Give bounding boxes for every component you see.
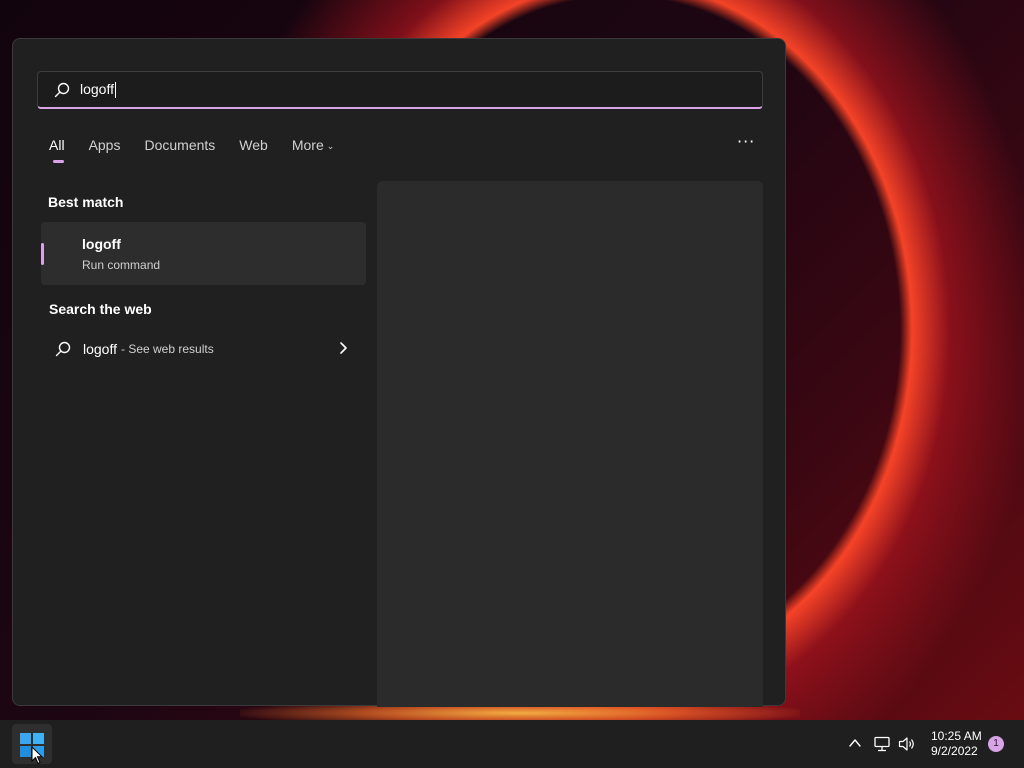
- preview-pane: [377, 181, 763, 707]
- best-match-name: logoff: [82, 236, 121, 252]
- search-web-heading: Search the web: [49, 301, 152, 317]
- search-box[interactable]: logoff: [37, 71, 763, 109]
- volume-icon[interactable]: [898, 736, 916, 752]
- search-icon: [55, 341, 71, 357]
- network-icon[interactable]: [873, 736, 891, 752]
- tab-more[interactable]: More ⌄: [292, 137, 334, 153]
- best-match-heading: Best match: [48, 194, 124, 210]
- tab-apps[interactable]: Apps: [89, 137, 121, 153]
- taskbar-clock[interactable]: 10:25 AM 9/2/2022: [931, 729, 982, 759]
- filter-tabs: All Apps Documents Web More ⌄: [49, 137, 334, 163]
- web-result-query: logoff: [83, 341, 117, 357]
- best-match-subtitle: Run command: [82, 258, 161, 272]
- tab-all[interactable]: All: [49, 137, 65, 163]
- search-input[interactable]: logoff: [80, 81, 116, 99]
- selection-indicator: [41, 243, 44, 265]
- chevron-down-icon: ⌄: [326, 140, 335, 151]
- chevron-right-icon: [340, 342, 347, 354]
- tab-web[interactable]: Web: [239, 137, 268, 153]
- best-match-item[interactable]: logoff Run command: [41, 222, 366, 285]
- tab-documents[interactable]: Documents: [144, 137, 215, 153]
- clock-time: 10:25 AM: [931, 729, 982, 743]
- tab-more-label: More: [291, 137, 324, 153]
- web-result-item[interactable]: logoff - See web results: [41, 335, 366, 363]
- mouse-cursor-icon: [31, 746, 43, 765]
- more-dots-icon[interactable]: ···: [737, 134, 755, 150]
- search-icon: [54, 82, 70, 97]
- web-result-hint: - See web results: [121, 342, 214, 356]
- clock-date: 9/2/2022: [931, 744, 978, 758]
- taskbar: 10:25 AM 9/2/2022 1: [0, 720, 1024, 768]
- notification-badge[interactable]: 1: [988, 736, 1004, 752]
- start-search-panel: logoff All Apps Documents Web More ⌄ ··· …: [12, 38, 786, 707]
- chevron-up-icon[interactable]: [848, 736, 862, 750]
- text-caret: [115, 82, 116, 99]
